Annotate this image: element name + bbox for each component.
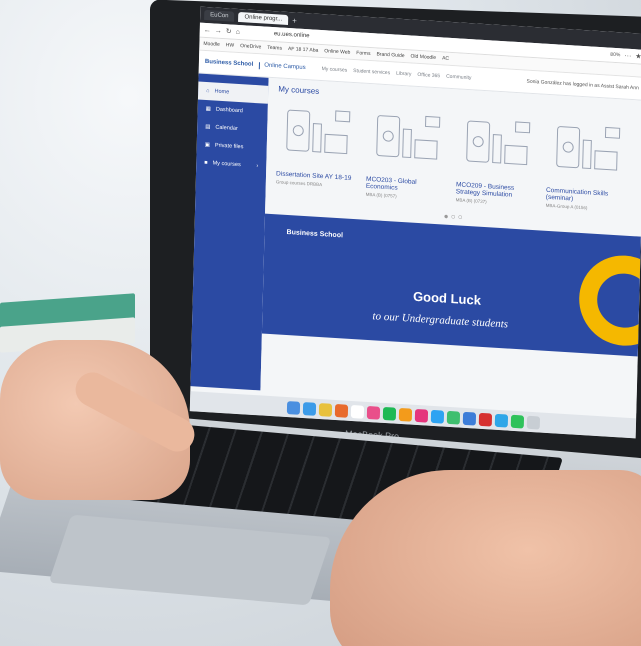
course-list: Dissertation Site AY 18-19 Group courses… xyxy=(276,101,634,213)
bookmark[interactable]: Moodle xyxy=(203,41,220,48)
menu-item[interactable]: Library xyxy=(396,71,411,78)
chrome-icon[interactable] xyxy=(318,402,332,417)
menu-item[interactable]: Student services xyxy=(353,68,390,76)
photos-icon[interactable] xyxy=(366,405,380,420)
site-logo[interactable]: Business School xyxy=(205,58,253,68)
browser-tab-2[interactable]: Online progr... xyxy=(238,11,289,25)
banner-logo: Business School xyxy=(286,228,344,240)
chevron-right-icon: › xyxy=(256,163,259,170)
banner-heading: Good Luck xyxy=(412,288,482,308)
bookmark[interactable]: AF 18 17 Aba xyxy=(288,46,318,54)
menu-item[interactable]: Office 365 xyxy=(417,72,440,79)
browser-tab-1[interactable]: EuCon xyxy=(204,9,235,22)
bookmark[interactable]: HW xyxy=(226,42,234,49)
course-illustration-icon xyxy=(286,109,351,155)
home-icon[interactable]: ⌂ xyxy=(236,28,240,35)
login-status: Sonia González has logged in as Assist S… xyxy=(526,78,639,92)
home-icon: ⌂ xyxy=(206,88,210,95)
safari-icon[interactable] xyxy=(302,401,316,416)
yellow-ring-graphic xyxy=(578,252,641,349)
campus-label: Online Campus xyxy=(259,61,306,72)
main-content: My courses Dissertation Site AY 18-19 Gr… xyxy=(260,77,641,414)
bookmark[interactable]: Old Moodle xyxy=(410,53,436,61)
right-hand xyxy=(330,470,641,646)
bookmark[interactable]: Online Web xyxy=(324,48,350,56)
bookmark[interactable]: Brand Guide xyxy=(376,51,404,59)
sidebar-item-label: Home xyxy=(214,88,230,96)
back-icon[interactable]: ← xyxy=(204,26,211,33)
bookmark[interactable]: Forms xyxy=(356,50,370,57)
sidebar-item-label: Dashboard xyxy=(215,106,243,115)
bookmark-star-icon[interactable]: ★ xyxy=(635,52,641,60)
sidebar-item-label: My courses xyxy=(212,160,241,169)
sidebar-item-label: Private files xyxy=(214,142,244,151)
bookmark[interactable]: AC xyxy=(442,55,449,61)
laptop-screen: EuCon Online progr... + ← → ↻ ⌂ eu.ues.o… xyxy=(189,6,641,439)
menu-item[interactable]: Community xyxy=(446,74,471,82)
course-card[interactable]: MCO209 - Business Strategy Simulation MB… xyxy=(456,112,538,207)
new-tab-icon[interactable]: + xyxy=(292,16,297,25)
firefox-icon[interactable] xyxy=(334,403,348,418)
menu-item[interactable]: My courses xyxy=(322,66,348,74)
course-illustration-icon xyxy=(376,115,441,160)
course-illustration-icon xyxy=(466,120,531,166)
sidebar-item-my-courses[interactable]: ■ My courses › xyxy=(196,153,266,175)
top-menu: My courses Student services Library Offi… xyxy=(322,66,472,81)
dashboard-icon: ▦ xyxy=(205,105,211,113)
reload-icon[interactable]: ↻ xyxy=(226,27,232,35)
finder-icon[interactable] xyxy=(286,400,300,415)
spotify-icon[interactable] xyxy=(382,406,396,421)
file-icon: ▣ xyxy=(204,141,211,149)
calendar-app-icon[interactable] xyxy=(350,404,364,419)
course-card[interactable]: Communication Skills (seminar) MBA-Group… xyxy=(546,118,628,213)
page-body: ⌂ Home ▦ Dashboard ▤ Calendar ▣ Private file… xyxy=(190,73,641,414)
zoom-level: 80% xyxy=(610,51,621,59)
bookmark[interactable]: Teams xyxy=(267,45,282,52)
banner-subheading: to our Undergraduate students xyxy=(372,310,509,331)
photo-background: EuCon Online progr... + ← → ↻ ⌂ eu.ues.o… xyxy=(0,0,641,646)
sidebar-item-label: Calendar xyxy=(215,124,238,132)
bookmark[interactable]: OneDrive xyxy=(240,43,261,50)
courses-icon: ■ xyxy=(204,159,208,167)
promo-banner: Business School Good Luck to our Undergr… xyxy=(261,213,641,357)
calendar-icon: ▤ xyxy=(205,123,211,131)
more-icon[interactable]: ··· xyxy=(624,52,631,59)
course-illustration-icon xyxy=(556,126,621,171)
forward-icon[interactable]: → xyxy=(215,27,222,34)
course-card[interactable]: Dissertation Site AY 18-19 Group courses… xyxy=(276,101,358,196)
course-card[interactable]: MCO203 - Global Economics MBA (B) (0757) xyxy=(366,107,448,202)
sidebar: ⌂ Home ▦ Dashboard ▤ Calendar ▣ Private file… xyxy=(190,73,269,391)
